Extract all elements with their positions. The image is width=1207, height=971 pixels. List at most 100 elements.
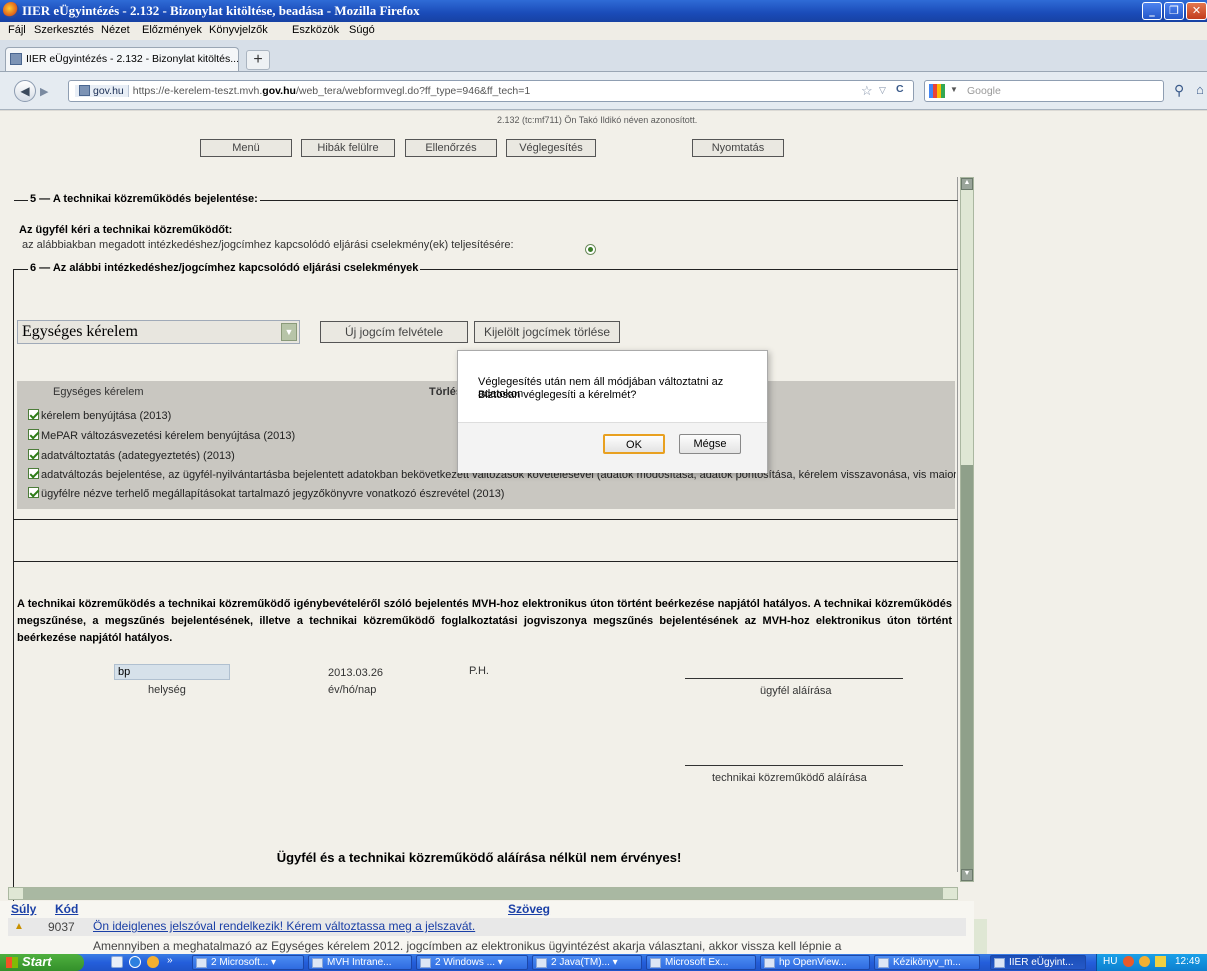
place-input[interactable]: bp: [114, 664, 230, 680]
menu-view[interactable]: Nézet: [101, 24, 130, 36]
add-title-button[interactable]: Új jogcím felvétele: [320, 321, 468, 343]
quicklaunch-more-icon[interactable]: »: [167, 955, 173, 966]
intervention-select[interactable]: Egységes kérelem ▼: [17, 320, 300, 344]
url-dropdown-icon[interactable]: ▽: [879, 85, 886, 96]
close-button[interactable]: ✕: [1186, 2, 1207, 20]
app-icon: [312, 958, 323, 968]
row-checkbox[interactable]: [28, 409, 39, 420]
form-hscrollbar[interactable]: [8, 887, 958, 900]
app-icon: [650, 958, 661, 968]
message-scrollbar[interactable]: [974, 919, 987, 955]
menu-tools[interactable]: Eszközök: [292, 24, 339, 36]
chevron-down-icon[interactable]: ▼: [281, 323, 297, 341]
finalize-button[interactable]: Véglegesítés: [506, 139, 596, 157]
taskbar-item-active[interactable]: IIER eÜgyint...: [990, 955, 1086, 970]
row-checkbox[interactable]: [28, 468, 39, 479]
list-item[interactable]: ▲ 9037 Ön ideiglenes jelszóval rendelkez…: [8, 918, 966, 936]
start-button[interactable]: Start: [0, 954, 84, 971]
table-row[interactable]: ügyfélre nézve terhelő megállapításokat …: [28, 487, 504, 500]
taskbar-item[interactable]: hp OpenView...: [760, 955, 870, 970]
table-row[interactable]: kérelem benyújtása (2013): [28, 409, 171, 422]
app-icon: [420, 958, 431, 968]
col-text[interactable]: Szöveg: [508, 902, 550, 916]
col-code[interactable]: Kód: [55, 902, 78, 916]
back-arrow-icon[interactable]: ◀: [14, 80, 36, 102]
browser-icon[interactable]: [147, 956, 159, 968]
check-button[interactable]: Ellenőrzés: [405, 139, 497, 157]
col-weight[interactable]: Súly: [11, 902, 36, 916]
message-code: 9037: [48, 920, 75, 934]
ok-button[interactable]: OK: [603, 434, 665, 454]
errors-top-button[interactable]: Hibák felülre: [301, 139, 395, 157]
menu-history[interactable]: Előzmények: [142, 24, 202, 36]
dialog-message-2: Biztosan véglegesíti a kérelmét?: [478, 389, 637, 401]
reload-icon[interactable]: C: [896, 83, 904, 95]
url-prefix: https://e-kerelem-teszt.mvh.: [132, 85, 263, 97]
menu-edit[interactable]: Szerkesztés: [34, 24, 94, 36]
option-radio[interactable]: [585, 244, 596, 255]
print-button[interactable]: Nyomtatás: [692, 139, 784, 157]
taskbar-item[interactable]: 2 Windows ... ▾: [416, 955, 528, 970]
form-scrollbar[interactable]: ▲ ▼: [960, 177, 974, 882]
tray-icon[interactable]: [1139, 956, 1150, 967]
tab-bar: IIER eÜgyintézés - 2.132 - Bizonylat kit…: [0, 40, 1207, 72]
taskbar-item-label: hp OpenView...: [779, 957, 847, 968]
menu-bookmarks[interactable]: Könyvjelzők: [209, 24, 268, 36]
taskbar-item-label: 2 Java(TM)...: [551, 957, 610, 968]
site-favicon-icon: [79, 85, 90, 96]
search-input[interactable]: ▼ Google: [924, 80, 1164, 102]
form-frame: 5 — A technikai közreműködés bejelentése…: [0, 177, 958, 957]
window-titlebar[interactable]: IIER eÜgyintézés - 2.132 - Bizonylat kit…: [0, 0, 1207, 22]
minimize-button[interactable]: _: [1142, 2, 1162, 20]
table-header-title: Egységes kérelem: [53, 386, 144, 398]
start-label: Start: [22, 954, 52, 969]
app-icon: [764, 958, 775, 968]
taskbar-item[interactable]: Kézikönyv_m...: [874, 955, 980, 970]
taskbar-item[interactable]: 2 Microsoft... ▾: [192, 955, 304, 970]
site-identity[interactable]: gov.hu: [75, 85, 129, 97]
row-label: ügyfélre nézve terhelő megállapításokat …: [41, 488, 505, 500]
url-bar[interactable]: gov.hu https://e-kerelem-teszt.mvh.gov.hu…: [68, 80, 914, 102]
taskbar-item[interactable]: MVH Intrane...: [308, 955, 412, 970]
language-indicator[interactable]: HU: [1103, 956, 1117, 967]
scroll-down-icon[interactable]: ▼: [961, 869, 973, 881]
search-engine-dropdown-icon[interactable]: ▼: [950, 85, 958, 94]
app-icon: [536, 958, 547, 968]
table-row[interactable]: MePAR változásvezetési kérelem benyújtás…: [28, 429, 295, 442]
home-icon[interactable]: ⌂: [1196, 82, 1204, 97]
row-checkbox[interactable]: [28, 429, 39, 440]
delete-titles-button[interactable]: Kijelölt jogcímek törlése: [474, 321, 620, 343]
search-icon[interactable]: ⚲: [1174, 82, 1184, 99]
google-icon[interactable]: [929, 84, 945, 98]
tray-icon[interactable]: [1155, 956, 1166, 967]
row-label: kérelem benyújtása (2013): [41, 410, 172, 422]
scroll-up-icon[interactable]: ▲: [961, 178, 973, 190]
tray-icon[interactable]: [1123, 956, 1134, 967]
quicklaunch-icon[interactable]: [111, 956, 123, 968]
restore-button[interactable]: ❐: [1164, 2, 1184, 20]
table-row[interactable]: adatváltoztatás (adategyeztetés) (2013): [28, 449, 235, 462]
row-checkbox[interactable]: [28, 487, 39, 498]
menu-button[interactable]: Menü: [200, 139, 292, 157]
hscroll-thumb[interactable]: [23, 888, 943, 899]
message-text-2[interactable]: Amennyiben a meghatalmazó az Egységes ké…: [93, 939, 965, 955]
tab-iier[interactable]: IIER eÜgyintézés - 2.132 - Bizonylat kit…: [5, 47, 239, 71]
tech-signature-line: [685, 765, 903, 766]
scroll-thumb[interactable]: [961, 465, 973, 871]
url-domain: gov.hu: [262, 85, 296, 97]
menu-help[interactable]: Súgó: [349, 24, 375, 36]
taskbar-item[interactable]: 2 Java(TM)... ▾: [532, 955, 642, 970]
message-text[interactable]: Ön ideiglenes jelszóval rendelkezik! Kér…: [93, 919, 475, 933]
clock: 12:49: [1175, 956, 1201, 967]
page-favicon-icon: [10, 53, 22, 65]
app-icon: [196, 958, 207, 968]
menu-file[interactable]: Fájl: [8, 24, 26, 36]
forward-arrow-icon[interactable]: ▶: [40, 85, 48, 98]
ie-icon[interactable]: [129, 956, 141, 968]
new-tab-button[interactable]: +: [246, 50, 270, 70]
taskbar-item[interactable]: Microsoft Ex...: [646, 955, 756, 970]
bookmark-star-icon[interactable]: ☆: [861, 83, 873, 99]
row-checkbox[interactable]: [28, 449, 39, 460]
client-signature-line: [685, 678, 903, 679]
cancel-button[interactable]: Mégse: [679, 434, 741, 454]
